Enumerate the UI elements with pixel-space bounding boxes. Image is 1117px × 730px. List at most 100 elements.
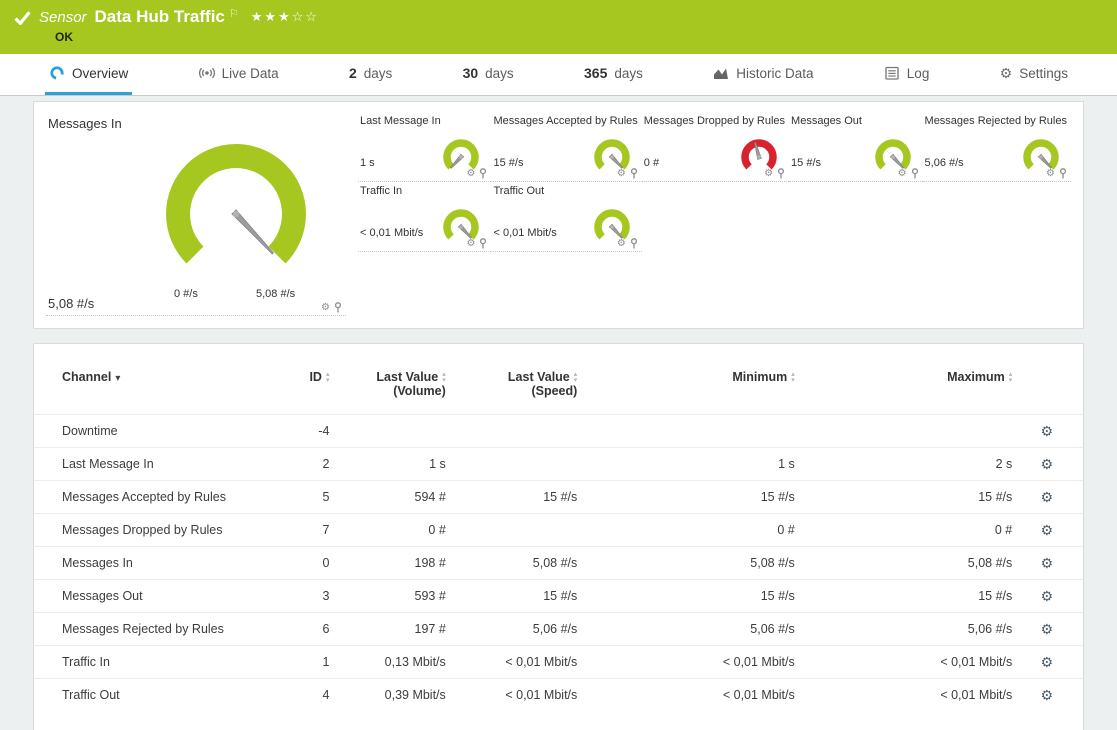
channel-settings-icon[interactable]: ⚙ [1040, 588, 1053, 604]
channel-settings-icon[interactable]: ⚙ [1040, 423, 1053, 439]
channel-name[interactable]: Messages In [34, 547, 267, 580]
gauge-hub [891, 155, 895, 159]
gear-icon[interactable]: ⚙ [898, 169, 907, 179]
tab-365-days[interactable]: 365 days [580, 54, 647, 95]
tab-label: days [364, 66, 393, 81]
priority-stars[interactable]: ★★★☆☆ [251, 9, 319, 25]
channel-name[interactable]: Downtime [34, 415, 267, 448]
gear-icon[interactable]: ⚙ [617, 169, 626, 179]
object-kind-label: Sensor [39, 9, 87, 26]
pin-icon[interactable] [630, 168, 638, 179]
gauge-grid: Last Message In 1 s ⚙ [358, 112, 1071, 318]
channel-settings-icon[interactable]: ⚙ [1040, 522, 1053, 538]
tab-label: Log [907, 66, 930, 81]
channel-last-value-volume: 0 # [337, 514, 453, 547]
gauge-tile-messages-dropped[interactable]: Messages Dropped by Rules 0 # ⚙ [642, 112, 789, 182]
channel-settings-icon[interactable]: ⚙ [1040, 456, 1053, 472]
pin-icon[interactable] [1059, 168, 1067, 179]
table-row: Traffic Out 4 0,39 Mbit/s < 0,01 Mbit/s … [34, 679, 1083, 712]
gauge-tile-last-message-in[interactable]: Last Message In 1 s ⚙ [358, 112, 491, 182]
gauge-tile-primary[interactable]: Messages In 0 #/s 5,08 #/s 5,08 #/s ⚙ [46, 112, 346, 316]
gauge-tile-traffic-in[interactable]: Traffic In < 0,01 Mbit/s ⚙ [358, 182, 491, 252]
gauge-tile-messages-out[interactable]: Messages Out 15 #/s ⚙ [789, 112, 922, 182]
tab-number: 365 [584, 65, 607, 81]
gauge-title: Messages Accepted by Rules [493, 115, 637, 127]
tab-historic-data[interactable]: Historic Data [709, 54, 817, 95]
channel-minimum: 0 # [585, 514, 802, 547]
channel-maximum: 0 # [803, 514, 1020, 547]
historic-data-icon [713, 65, 729, 81]
gauge-hub [460, 225, 464, 229]
table-row: Messages In 0 198 # 5,08 #/s 5,08 #/s 5,… [34, 547, 1083, 580]
pin-icon[interactable] [777, 168, 785, 179]
channel-name[interactable]: Messages Rejected by Rules [34, 613, 267, 646]
table-header-row: Channel▾ ID▴▾ Last Value▴▾ (Volume) Last… [34, 364, 1083, 415]
tab-2-days[interactable]: 2 days [345, 54, 396, 95]
tab-settings[interactable]: ⚙ Settings [996, 54, 1072, 95]
gauge-title: Last Message In [360, 115, 487, 127]
channel-last-value-volume: 594 # [337, 481, 453, 514]
gear-icon[interactable]: ⚙ [764, 169, 773, 179]
tab-log[interactable]: Log [880, 54, 934, 95]
channel-settings-icon[interactable]: ⚙ [1040, 621, 1053, 637]
channel-last-value-speed [454, 415, 586, 448]
channel-id: 1 [267, 646, 338, 679]
column-header-id[interactable]: ID▴▾ [267, 364, 338, 415]
column-header-channel[interactable]: Channel▾ [34, 364, 267, 415]
tab-overview[interactable]: Overview [45, 54, 132, 95]
gear-icon[interactable]: ⚙ [467, 169, 476, 179]
channel-minimum [585, 415, 802, 448]
status-badge: OK [55, 30, 1117, 44]
settings-gear-icon: ⚙ [1000, 65, 1013, 82]
channel-id: -4 [267, 415, 338, 448]
channel-name[interactable]: Messages Out [34, 580, 267, 613]
column-header-minimum[interactable]: Minimum▴▾ [585, 364, 802, 415]
pin-icon[interactable] [479, 238, 487, 249]
table-row: Messages Rejected by Rules 6 197 # 5,06 … [34, 613, 1083, 646]
tab-30-days[interactable]: 30 days [459, 54, 518, 95]
table-row: Messages Accepted by Rules 5 594 # 15 #/… [34, 481, 1083, 514]
channel-maximum: 5,06 #/s [803, 613, 1020, 646]
pin-icon[interactable] [911, 168, 919, 179]
channel-minimum: 15 #/s [585, 580, 802, 613]
column-label: Minimum [732, 370, 787, 384]
pin-icon[interactable] [334, 302, 342, 313]
tab-bar: Overview Live Data 2 days 30 days 365 da… [0, 54, 1117, 96]
gauge-tile-messages-rejected[interactable]: Messages Rejected by Rules 5,06 #/s ⚙ [923, 112, 1071, 182]
column-header-last-value-speed[interactable]: Last Value▴▾ (Speed) [454, 364, 586, 415]
tab-live-data[interactable]: Live Data [195, 54, 283, 95]
column-header-maximum[interactable]: Maximum▴▾ [803, 364, 1020, 415]
channel-last-value-speed: 15 #/s [454, 481, 586, 514]
gauge-hub [233, 211, 239, 217]
column-header-last-value-volume[interactable]: Last Value▴▾ (Volume) [337, 364, 453, 415]
channel-maximum: 15 #/s [803, 481, 1020, 514]
gauge-tile-messages-accepted[interactable]: Messages Accepted by Rules 15 #/s ⚙ [491, 112, 641, 182]
channel-settings-icon[interactable]: ⚙ [1040, 555, 1053, 571]
channel-last-value-volume: 197 # [337, 613, 453, 646]
gauge-value: 1 s [360, 157, 375, 169]
channel-name[interactable]: Traffic In [34, 646, 267, 679]
pin-icon[interactable] [630, 238, 638, 249]
channel-settings-icon[interactable]: ⚙ [1040, 489, 1053, 505]
gear-icon[interactable]: ⚙ [467, 239, 476, 249]
gauge-tile-traffic-out[interactable]: Traffic Out < 0,01 Mbit/s ⚙ [491, 182, 641, 252]
gear-icon[interactable]: ⚙ [321, 303, 330, 313]
gear-icon[interactable]: ⚙ [1046, 169, 1055, 179]
channel-name[interactable]: Last Message In [34, 448, 267, 481]
channel-id: 4 [267, 679, 338, 712]
priority-flag-icon[interactable]: ⚐ [229, 7, 239, 20]
gauge-title: Messages Out [791, 115, 918, 127]
table-row: Last Message In 2 1 s 1 s 2 s ⚙ [34, 448, 1083, 481]
channel-name[interactable]: Messages Accepted by Rules [34, 481, 267, 514]
sort-icon: ▴▾ [442, 372, 446, 384]
table-row: Traffic In 1 0,13 Mbit/s < 0,01 Mbit/s <… [34, 646, 1083, 679]
channel-name[interactable]: Messages Dropped by Rules [34, 514, 267, 547]
tab-label: Settings [1019, 66, 1068, 81]
channel-settings-icon[interactable]: ⚙ [1040, 654, 1053, 670]
channel-id: 0 [267, 547, 338, 580]
channel-name[interactable]: Traffic Out [34, 679, 267, 712]
gear-icon[interactable]: ⚙ [617, 239, 626, 249]
channel-settings-icon[interactable]: ⚙ [1040, 687, 1053, 703]
gauge-min-label: 0 #/s [174, 288, 198, 300]
pin-icon[interactable] [479, 168, 487, 179]
